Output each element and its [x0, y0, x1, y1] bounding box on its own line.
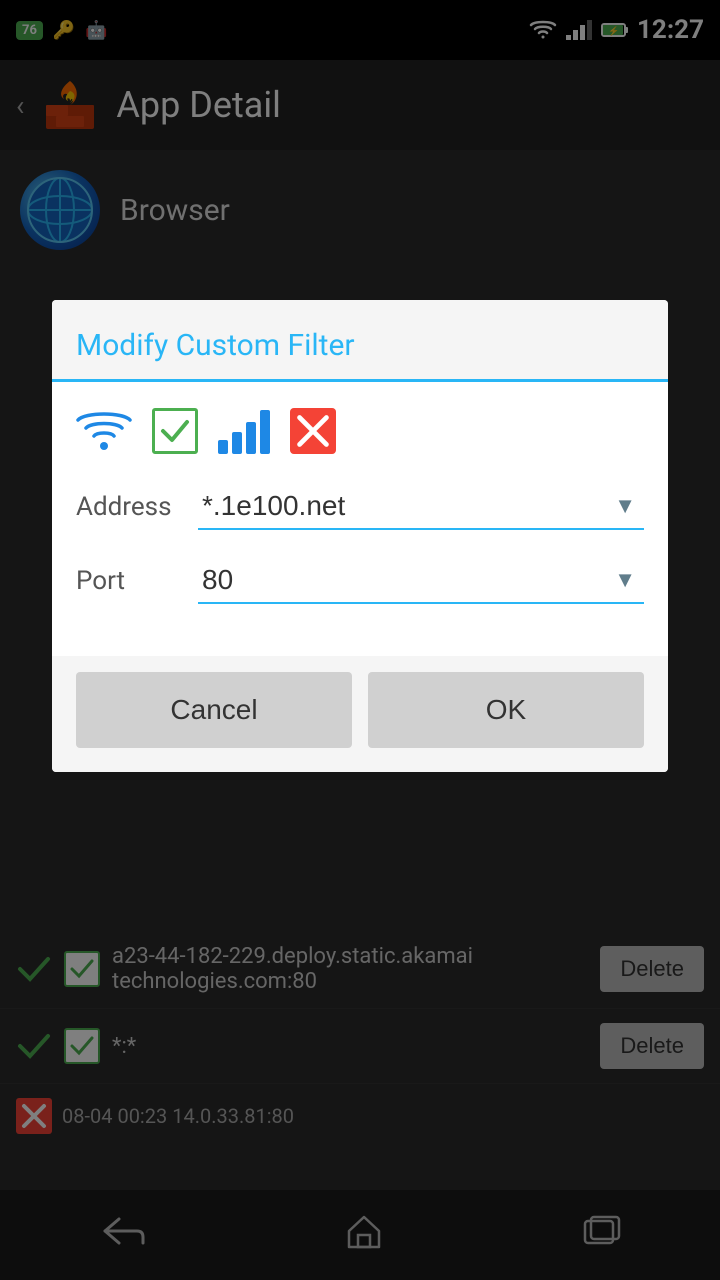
- address-dropdown-arrow[interactable]: ▼: [606, 489, 644, 523]
- wifi-filter-icon[interactable]: [76, 406, 132, 456]
- signal-filter-icon[interactable]: [218, 408, 270, 454]
- ok-button[interactable]: OK: [368, 672, 644, 748]
- dialog-buttons: Cancel OK: [52, 656, 668, 772]
- address-input-wrapper: ▼: [198, 484, 644, 530]
- modify-filter-dialog: Modify Custom Filter: [52, 300, 668, 772]
- port-input[interactable]: [198, 558, 606, 602]
- port-input-wrapper: ▼: [198, 558, 644, 604]
- dialog-header: Modify Custom Filter: [52, 300, 668, 379]
- cancel-button[interactable]: Cancel: [76, 672, 352, 748]
- port-dropdown-arrow[interactable]: ▼: [606, 563, 644, 597]
- address-label: Address: [76, 492, 186, 522]
- block-filter-icon[interactable]: [290, 408, 336, 454]
- wifi-check-box[interactable]: [152, 408, 198, 454]
- port-field-row: Port ▼: [76, 558, 644, 604]
- address-field-row: Address ▼: [76, 484, 644, 530]
- filter-icons-row: [76, 406, 644, 456]
- dialog-body: Address ▼ Port ▼: [52, 382, 668, 656]
- address-input[interactable]: [198, 484, 606, 528]
- port-label: Port: [76, 566, 186, 596]
- dialog-title: Modify Custom Filter: [76, 328, 355, 363]
